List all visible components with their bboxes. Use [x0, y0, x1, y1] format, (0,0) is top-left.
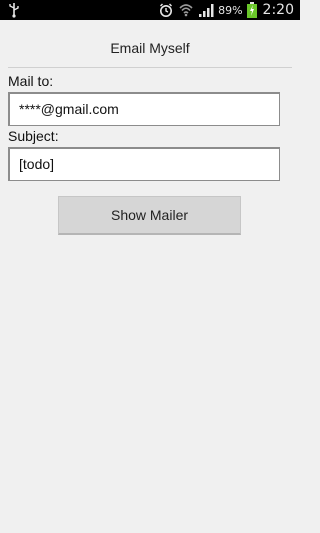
show-mailer-button[interactable]: Show Mailer	[58, 196, 241, 235]
signal-icon	[199, 4, 214, 17]
divider	[8, 67, 292, 68]
alarm-icon	[160, 3, 173, 17]
subject-label: Subject:	[8, 128, 59, 144]
battery-percent: 89%	[218, 3, 243, 17]
subject-input[interactable]: [todo]	[8, 147, 280, 181]
clock: 2:20	[262, 2, 294, 18]
status-right: 89% 2:20	[158, 0, 294, 20]
mail-to-label: Mail to:	[8, 73, 54, 89]
page-title: Email Myself	[110, 40, 190, 56]
battery-charging-icon	[246, 2, 257, 18]
status-bar: 89% 2:20	[0, 0, 300, 20]
wifi-icon	[179, 4, 193, 17]
usb-icon	[9, 3, 19, 18]
mail-to-input[interactable]: ****@gmail.com	[8, 92, 280, 126]
